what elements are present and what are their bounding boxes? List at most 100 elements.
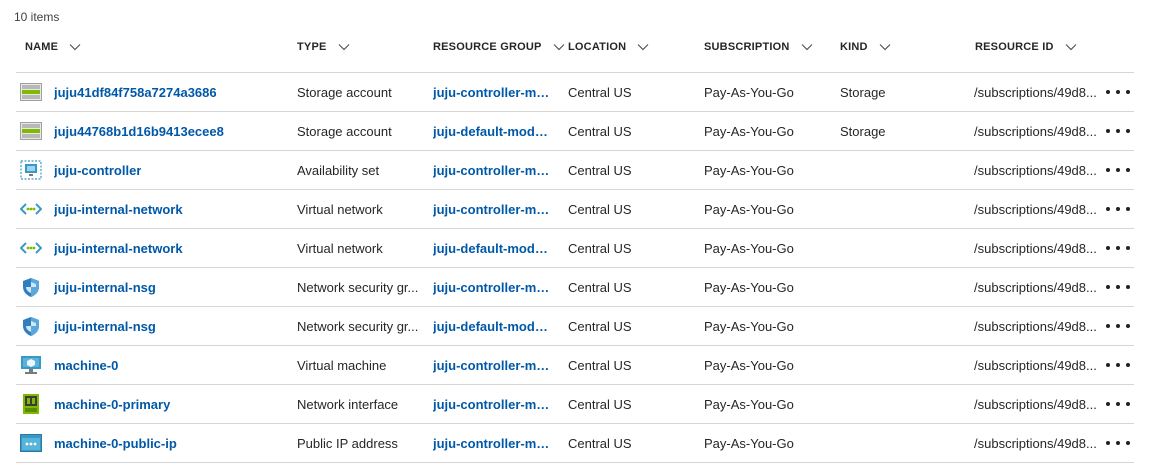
resource-group-link[interactable]: juju-controller-mo... <box>433 436 555 451</box>
resource-type: Storage account <box>297 123 392 139</box>
chevron-down-icon <box>337 40 351 54</box>
virtual-network-icon <box>20 238 42 258</box>
public-ip-address-icon <box>20 433 42 453</box>
availability-set-icon <box>20 160 42 180</box>
column-header-resource-id-label: RESOURCE ID <box>975 41 1054 53</box>
column-header-subscription-label: SUBSCRIPTION <box>704 41 790 53</box>
network-security-group-icon <box>20 277 42 297</box>
more-options-icon[interactable] <box>1106 84 1130 100</box>
resource-subscription: Pay-As-You-Go <box>704 84 794 100</box>
chevron-down-icon <box>1064 40 1078 54</box>
virtual-machine-icon <box>20 355 42 375</box>
resource-type: Virtual network <box>297 240 383 256</box>
resource-subscription: Pay-As-You-Go <box>704 201 794 217</box>
resource-kind: Storage <box>840 84 886 100</box>
resource-id: /subscriptions/49d8... <box>974 279 1097 295</box>
column-header-kind[interactable]: KIND <box>840 33 892 61</box>
column-header-resource-group-label: RESOURCE GROUP <box>433 41 542 53</box>
column-header-name[interactable]: NAME <box>25 33 82 61</box>
resource-location: Central US <box>568 396 632 412</box>
resource-location: Central US <box>568 240 632 256</box>
resource-location: Central US <box>568 357 632 373</box>
table-row[interactable]: juju44768b1d16b9413ecee8 Storage account j… <box>16 112 1134 151</box>
resource-name-link[interactable]: juju-internal-network <box>54 202 183 217</box>
resource-id: /subscriptions/49d8... <box>974 318 1097 334</box>
chevron-down-icon <box>878 40 892 54</box>
resource-name-link[interactable]: machine-0-public-ip <box>54 436 177 451</box>
more-options-icon[interactable] <box>1106 318 1130 334</box>
resource-type: Network security gr... <box>297 318 419 334</box>
resource-id: /subscriptions/49d8... <box>974 84 1097 100</box>
resource-group-link[interactable]: juju-controller-mo... <box>433 202 555 217</box>
resource-group-link[interactable]: juju-default-model... <box>433 124 555 139</box>
column-header-resource-id[interactable]: RESOURCE ID <box>975 33 1078 61</box>
resource-location: Central US <box>568 123 632 139</box>
table-row[interactable]: juju-internal-nsg Network security gr... j… <box>16 268 1134 307</box>
resource-group-link[interactable]: juju-default-model... <box>433 319 555 334</box>
resource-subscription: Pay-As-You-Go <box>704 123 794 139</box>
resource-id: /subscriptions/49d8... <box>974 240 1097 256</box>
table-row[interactable]: machine-0 Virtual machine juju-controller-… <box>16 346 1134 385</box>
chevron-down-icon <box>800 40 814 54</box>
resource-type: Virtual machine <box>297 357 387 373</box>
resource-subscription: Pay-As-You-Go <box>704 396 794 412</box>
resource-name-link[interactable]: juju41df84f758a7274a3686 <box>54 85 217 100</box>
resource-subscription: Pay-As-You-Go <box>704 240 794 256</box>
network-interface-icon <box>20 394 42 414</box>
resource-name-link[interactable]: juju-controller <box>54 163 141 178</box>
storage-account-icon <box>20 82 42 102</box>
resource-group-link[interactable]: juju-default-model... <box>433 241 555 256</box>
network-security-group-icon <box>20 316 42 336</box>
resource-subscription: Pay-As-You-Go <box>704 279 794 295</box>
resource-name-link[interactable]: juju-internal-nsg <box>54 319 156 334</box>
more-options-icon[interactable] <box>1106 201 1130 217</box>
resource-group-link[interactable]: juju-controller-mo... <box>433 397 555 412</box>
table-row[interactable]: juju41df84f758a7274a3686 Storage account j… <box>16 73 1134 112</box>
resource-id: /subscriptions/49d8... <box>974 396 1097 412</box>
resource-type: Network security gr... <box>297 279 419 295</box>
more-options-icon[interactable] <box>1106 240 1130 256</box>
resource-group-link[interactable]: juju-controller-mo... <box>433 163 555 178</box>
chevron-down-icon <box>552 40 566 54</box>
table-row[interactable]: machine-0-primary Network interface juju-c… <box>16 385 1134 424</box>
resource-location: Central US <box>568 162 632 178</box>
table-row[interactable]: juju-internal-network Virtual network juju… <box>16 190 1134 229</box>
more-options-icon[interactable] <box>1106 279 1130 295</box>
resource-name-link[interactable]: machine-0 <box>54 358 118 373</box>
column-header-type[interactable]: TYPE <box>297 33 351 61</box>
item-count: 10 items <box>14 10 60 24</box>
column-header-subscription[interactable]: SUBSCRIPTION <box>704 33 814 61</box>
table-row[interactable]: juju-controller Availability set juju-cont… <box>16 151 1134 190</box>
storage-account-icon <box>20 121 42 141</box>
more-options-icon[interactable] <box>1106 435 1130 451</box>
resource-group-link[interactable]: juju-controller-mo... <box>433 280 555 295</box>
column-header-location-label: LOCATION <box>568 41 627 53</box>
resource-name-link[interactable]: juju-internal-nsg <box>54 280 156 295</box>
resource-type: Public IP address <box>297 435 398 451</box>
resource-location: Central US <box>568 279 632 295</box>
resource-name-link[interactable]: juju-internal-network <box>54 241 183 256</box>
resource-kind: Storage <box>840 123 886 139</box>
resource-group-link[interactable]: juju-controller-mo... <box>433 358 555 373</box>
table-row[interactable]: juju-internal-nsg Network security gr... j… <box>16 307 1134 346</box>
virtual-network-icon <box>20 199 42 219</box>
more-options-icon[interactable] <box>1106 162 1130 178</box>
resource-type: Network interface <box>297 396 399 412</box>
table-row[interactable]: juju-internal-network Virtual network juju… <box>16 229 1134 268</box>
more-options-icon[interactable] <box>1106 396 1130 412</box>
resource-name-link[interactable]: juju44768b1d16b9413ecee8 <box>54 124 224 139</box>
resource-id: /subscriptions/49d8... <box>974 123 1097 139</box>
column-header-type-label: TYPE <box>297 41 327 53</box>
column-header-resource-group[interactable]: RESOURCE GROUP <box>433 33 566 61</box>
table-row[interactable]: machine-0-public-ip Public IP address juju… <box>16 424 1134 463</box>
column-header-location[interactable]: LOCATION <box>568 33 650 61</box>
resource-id: /subscriptions/49d8... <box>974 201 1097 217</box>
resource-id: /subscriptions/49d8... <box>974 435 1097 451</box>
resource-location: Central US <box>568 435 632 451</box>
resource-group-link[interactable]: juju-controller-mo... <box>433 85 555 100</box>
more-options-icon[interactable] <box>1106 123 1130 139</box>
resource-name-link[interactable]: machine-0-primary <box>54 397 170 412</box>
chevron-down-icon <box>68 40 82 54</box>
more-options-icon[interactable] <box>1106 357 1130 373</box>
column-header-kind-label: KIND <box>840 41 868 53</box>
